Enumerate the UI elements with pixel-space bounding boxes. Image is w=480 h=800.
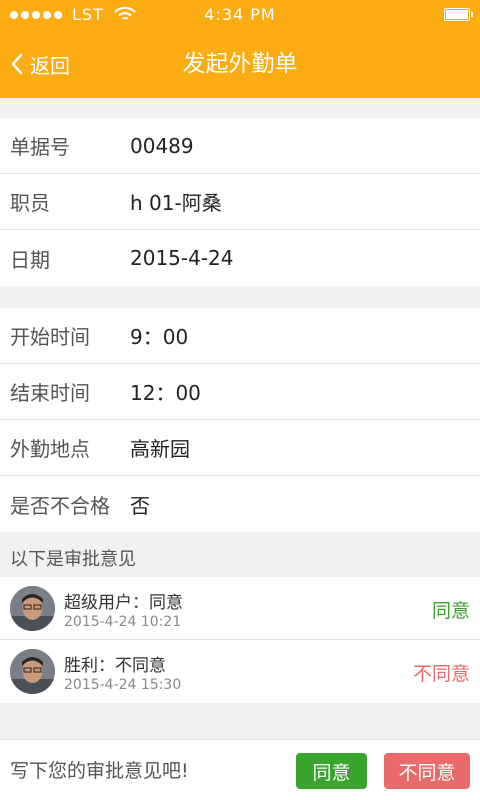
- row-label: 日期: [10, 247, 50, 272]
- status-bar: LST 4:34 PM: [0, 0, 480, 30]
- page-title: 发起外勤单: [182, 51, 298, 77]
- unqualified-row: 是否不合格 否: [0, 476, 480, 532]
- comment-date: 2015-4-24 10:21: [64, 614, 182, 630]
- row-value: 12：00: [130, 381, 201, 405]
- row-value: 2015-4-24: [130, 246, 234, 270]
- row-label: 开始时间: [10, 325, 90, 349]
- list-item: 超级用户：同意 2015-4-24 10:21 同意: [0, 577, 480, 640]
- row-label: 职员: [10, 191, 50, 215]
- approval-input-bar: 同意 不同意: [0, 739, 480, 800]
- document-info-group: 单据号 00489 职员 h 01-阿桑 日期 2015-4-24: [0, 118, 480, 286]
- document-number-row: 单据号 00489: [0, 118, 480, 174]
- row-label: 单据号: [10, 135, 70, 159]
- commenter-name: 胜利：不同意: [64, 656, 166, 676]
- clock: 4:34 PM: [204, 5, 276, 24]
- approval-comment-input[interactable]: [10, 754, 280, 788]
- approval-comment-list: 超级用户：同意 2015-4-24 10:21 同意 胜利：不同意 2015-4…: [0, 577, 480, 703]
- row-value: 9：00: [130, 325, 189, 349]
- end-time-row: 结束时间 12：00: [0, 364, 480, 420]
- row-value: h 01-阿桑: [130, 191, 222, 215]
- list-item: 胜利：不同意 2015-4-24 15:30 不同意: [0, 640, 480, 703]
- comment-date: 2015-4-24 15:30: [64, 677, 182, 693]
- agree-button[interactable]: 同意: [296, 753, 367, 789]
- row-label: 结束时间: [10, 381, 90, 405]
- start-time-row: 开始时间 9：00: [0, 308, 480, 364]
- date-row: 日期 2015-4-24: [0, 230, 480, 286]
- reject-button[interactable]: 不同意: [384, 753, 470, 789]
- navigation-bar: LST 4:34 PM 返回 发起外勤单: [0, 0, 480, 98]
- approval-status: 不同意: [412, 663, 470, 685]
- row-value: 00489: [130, 133, 194, 158]
- row-label: 是否不合格: [10, 493, 110, 518]
- battery-icon: [444, 8, 473, 21]
- row-label: 外勤地点: [10, 437, 90, 461]
- avatar: [10, 649, 55, 694]
- approval-status: 同意: [431, 600, 470, 622]
- location-row: 外勤地点 高新园: [0, 420, 480, 476]
- employee-row: 职员 h 01-阿桑: [0, 174, 480, 230]
- field-work-details-group: 开始时间 9：00 结束时间 12：00 外勤地点 高新园 是否不合格 否: [0, 308, 480, 532]
- row-value: 否: [130, 493, 150, 518]
- commenter-name: 超级用户：同意: [64, 593, 183, 613]
- avatar: [10, 586, 55, 631]
- approval-section-title: 以下是审批意见: [10, 549, 136, 570]
- row-value: 高新园: [130, 437, 190, 461]
